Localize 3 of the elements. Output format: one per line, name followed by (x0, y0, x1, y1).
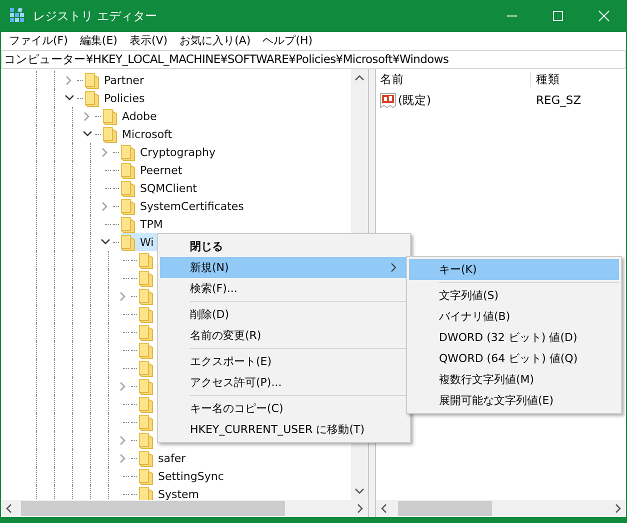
window-title: レジストリ エディター (33, 8, 157, 24)
value-type: REG_SZ (535, 93, 582, 108)
value-name: (既定) (398, 92, 431, 108)
